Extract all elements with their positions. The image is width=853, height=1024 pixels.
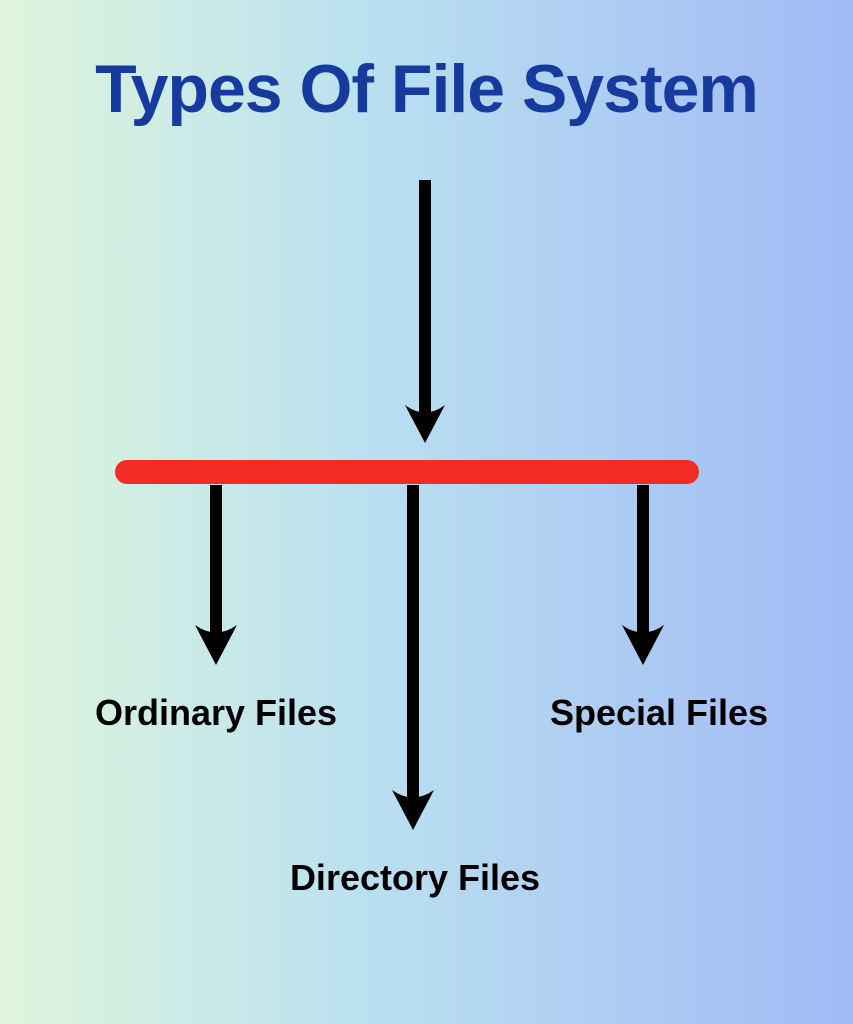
label-ordinary-files: Ordinary Files bbox=[66, 690, 366, 737]
label-directory-files: Directory Files bbox=[285, 855, 545, 902]
arrow-right-icon bbox=[618, 485, 668, 670]
divider-bar bbox=[115, 460, 699, 484]
arrow-top-icon bbox=[400, 180, 450, 450]
arrow-middle-icon bbox=[388, 485, 438, 835]
diagram-title: Types Of File System bbox=[0, 50, 853, 128]
arrow-left-icon bbox=[191, 485, 241, 670]
label-special-files: Special Files bbox=[539, 690, 779, 737]
